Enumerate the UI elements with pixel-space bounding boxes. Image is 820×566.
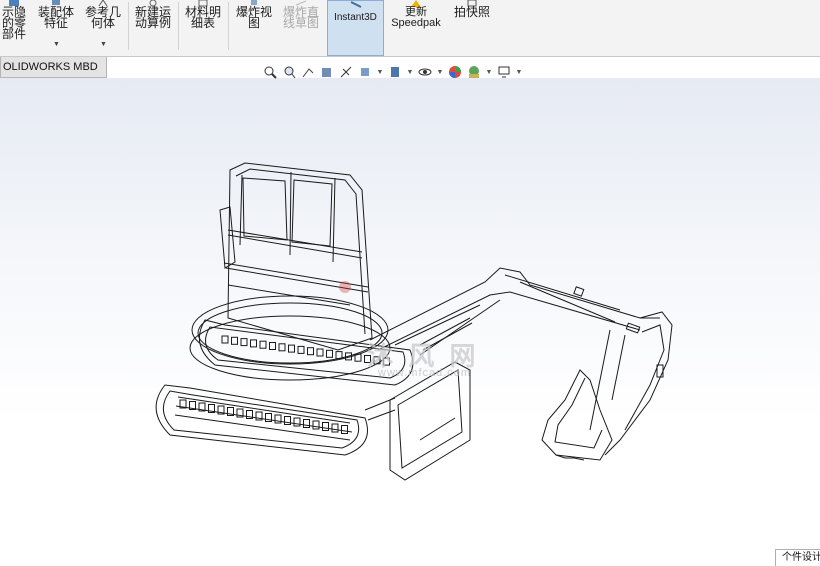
track-link xyxy=(240,338,248,347)
chevron-down-icon[interactable]: ▼ xyxy=(100,39,107,50)
reference-geometry-button[interactable]: 参考几 何体 ▼ xyxy=(82,0,124,56)
chevron-down-icon[interactable]: ▼ xyxy=(515,69,523,76)
graphics-area[interactable]: 沐 风 网 www.mfcad.com xyxy=(0,78,820,565)
take-snapshot-button[interactable]: 拍快照 xyxy=(448,0,496,56)
track-link xyxy=(312,420,320,430)
dynamic-annotation-icon[interactable] xyxy=(338,64,354,80)
view-orientation-icon[interactable] xyxy=(357,64,373,80)
tab-part-design[interactable]: 个件设计 xyxy=(775,549,820,566)
button-label: 新建运 动算例 xyxy=(134,5,171,30)
show-hidden-components-button[interactable]: 示隐 的零 部件 xyxy=(0,0,28,56)
instant3d-icon xyxy=(350,1,361,8)
track-link xyxy=(303,419,310,428)
button-label: 爆炸视 图 xyxy=(235,5,272,30)
chevron-down-icon[interactable]: ▼ xyxy=(53,39,60,50)
explode-line-sketch-button[interactable]: 爆炸直 线草图 xyxy=(278,0,324,56)
watermark-url: www.mfcad.com xyxy=(378,367,472,379)
track-link xyxy=(221,335,229,344)
track-link xyxy=(316,348,324,357)
track-link xyxy=(278,343,286,352)
edit-appearance-icon[interactable] xyxy=(447,64,463,80)
zoom-to-area-icon[interactable] xyxy=(281,64,297,80)
track-link xyxy=(288,344,295,353)
track-link xyxy=(331,423,339,433)
command-ribbon: 示隐 的零 部件 装配体 特征 ▼ 参考几 何体 ▼ 新建运 动算例 材料明 细… xyxy=(0,0,820,57)
track-link xyxy=(231,336,238,345)
exploded-view-button[interactable]: 爆炸视 图 xyxy=(231,0,277,56)
button-label: 示隐 的零 部件 xyxy=(1,5,26,41)
track-link xyxy=(322,422,329,431)
ribbon-divider xyxy=(128,2,129,50)
chevron-down-icon[interactable]: ▼ xyxy=(485,69,493,76)
hide-show-items-icon[interactable] xyxy=(417,64,433,80)
heads-up-view-toolbar: ▼ ▼ ▼ ▼ ▼ xyxy=(262,62,523,82)
view-settings-icon[interactable] xyxy=(496,64,512,80)
excavator-wireframe-model xyxy=(155,162,673,481)
track-link xyxy=(341,425,348,434)
button-label: 装配体 特征 xyxy=(37,5,74,30)
instant3d-button[interactable]: Instant3D xyxy=(327,0,384,56)
tab-solidworks-mbd[interactable]: OLIDWORKS MBD xyxy=(0,57,107,78)
section-view-icon[interactable] xyxy=(319,64,335,80)
track-link xyxy=(307,347,314,356)
track-link xyxy=(297,345,305,354)
new-motion-study-button[interactable]: 新建运 动算例 xyxy=(131,0,175,56)
bill-of-materials-button[interactable]: 材料明 细表 xyxy=(181,0,225,56)
button-label: 更新 Speedpak xyxy=(391,6,441,29)
display-style-icon[interactable] xyxy=(387,64,403,80)
update-speedpak-button[interactable]: 更新 Speedpak xyxy=(388,0,444,56)
button-label: 拍快照 xyxy=(453,5,490,19)
button-label: 材料明 细表 xyxy=(184,5,221,30)
track-link xyxy=(326,349,333,358)
track-link xyxy=(250,339,257,348)
chevron-down-icon[interactable]: ▼ xyxy=(406,69,414,76)
track-link xyxy=(259,340,267,349)
button-label: 爆炸直 线草图 xyxy=(282,5,319,30)
ribbon-divider xyxy=(228,2,229,50)
chevron-down-icon[interactable]: ▼ xyxy=(376,69,384,76)
zoom-to-fit-icon[interactable] xyxy=(262,64,278,80)
button-label: Instant3D xyxy=(334,12,377,23)
track-link xyxy=(293,417,301,427)
chevron-down-icon[interactable]: ▼ xyxy=(436,69,444,76)
track-link xyxy=(269,342,276,350)
ribbon-divider xyxy=(178,2,179,50)
track-link xyxy=(284,416,291,425)
apply-scene-icon[interactable] xyxy=(466,64,482,80)
previous-view-icon[interactable] xyxy=(300,64,316,80)
button-label: 参考几 何体 xyxy=(84,5,121,30)
assembly-features-button[interactable]: 装配体 特征 ▼ xyxy=(35,0,77,56)
